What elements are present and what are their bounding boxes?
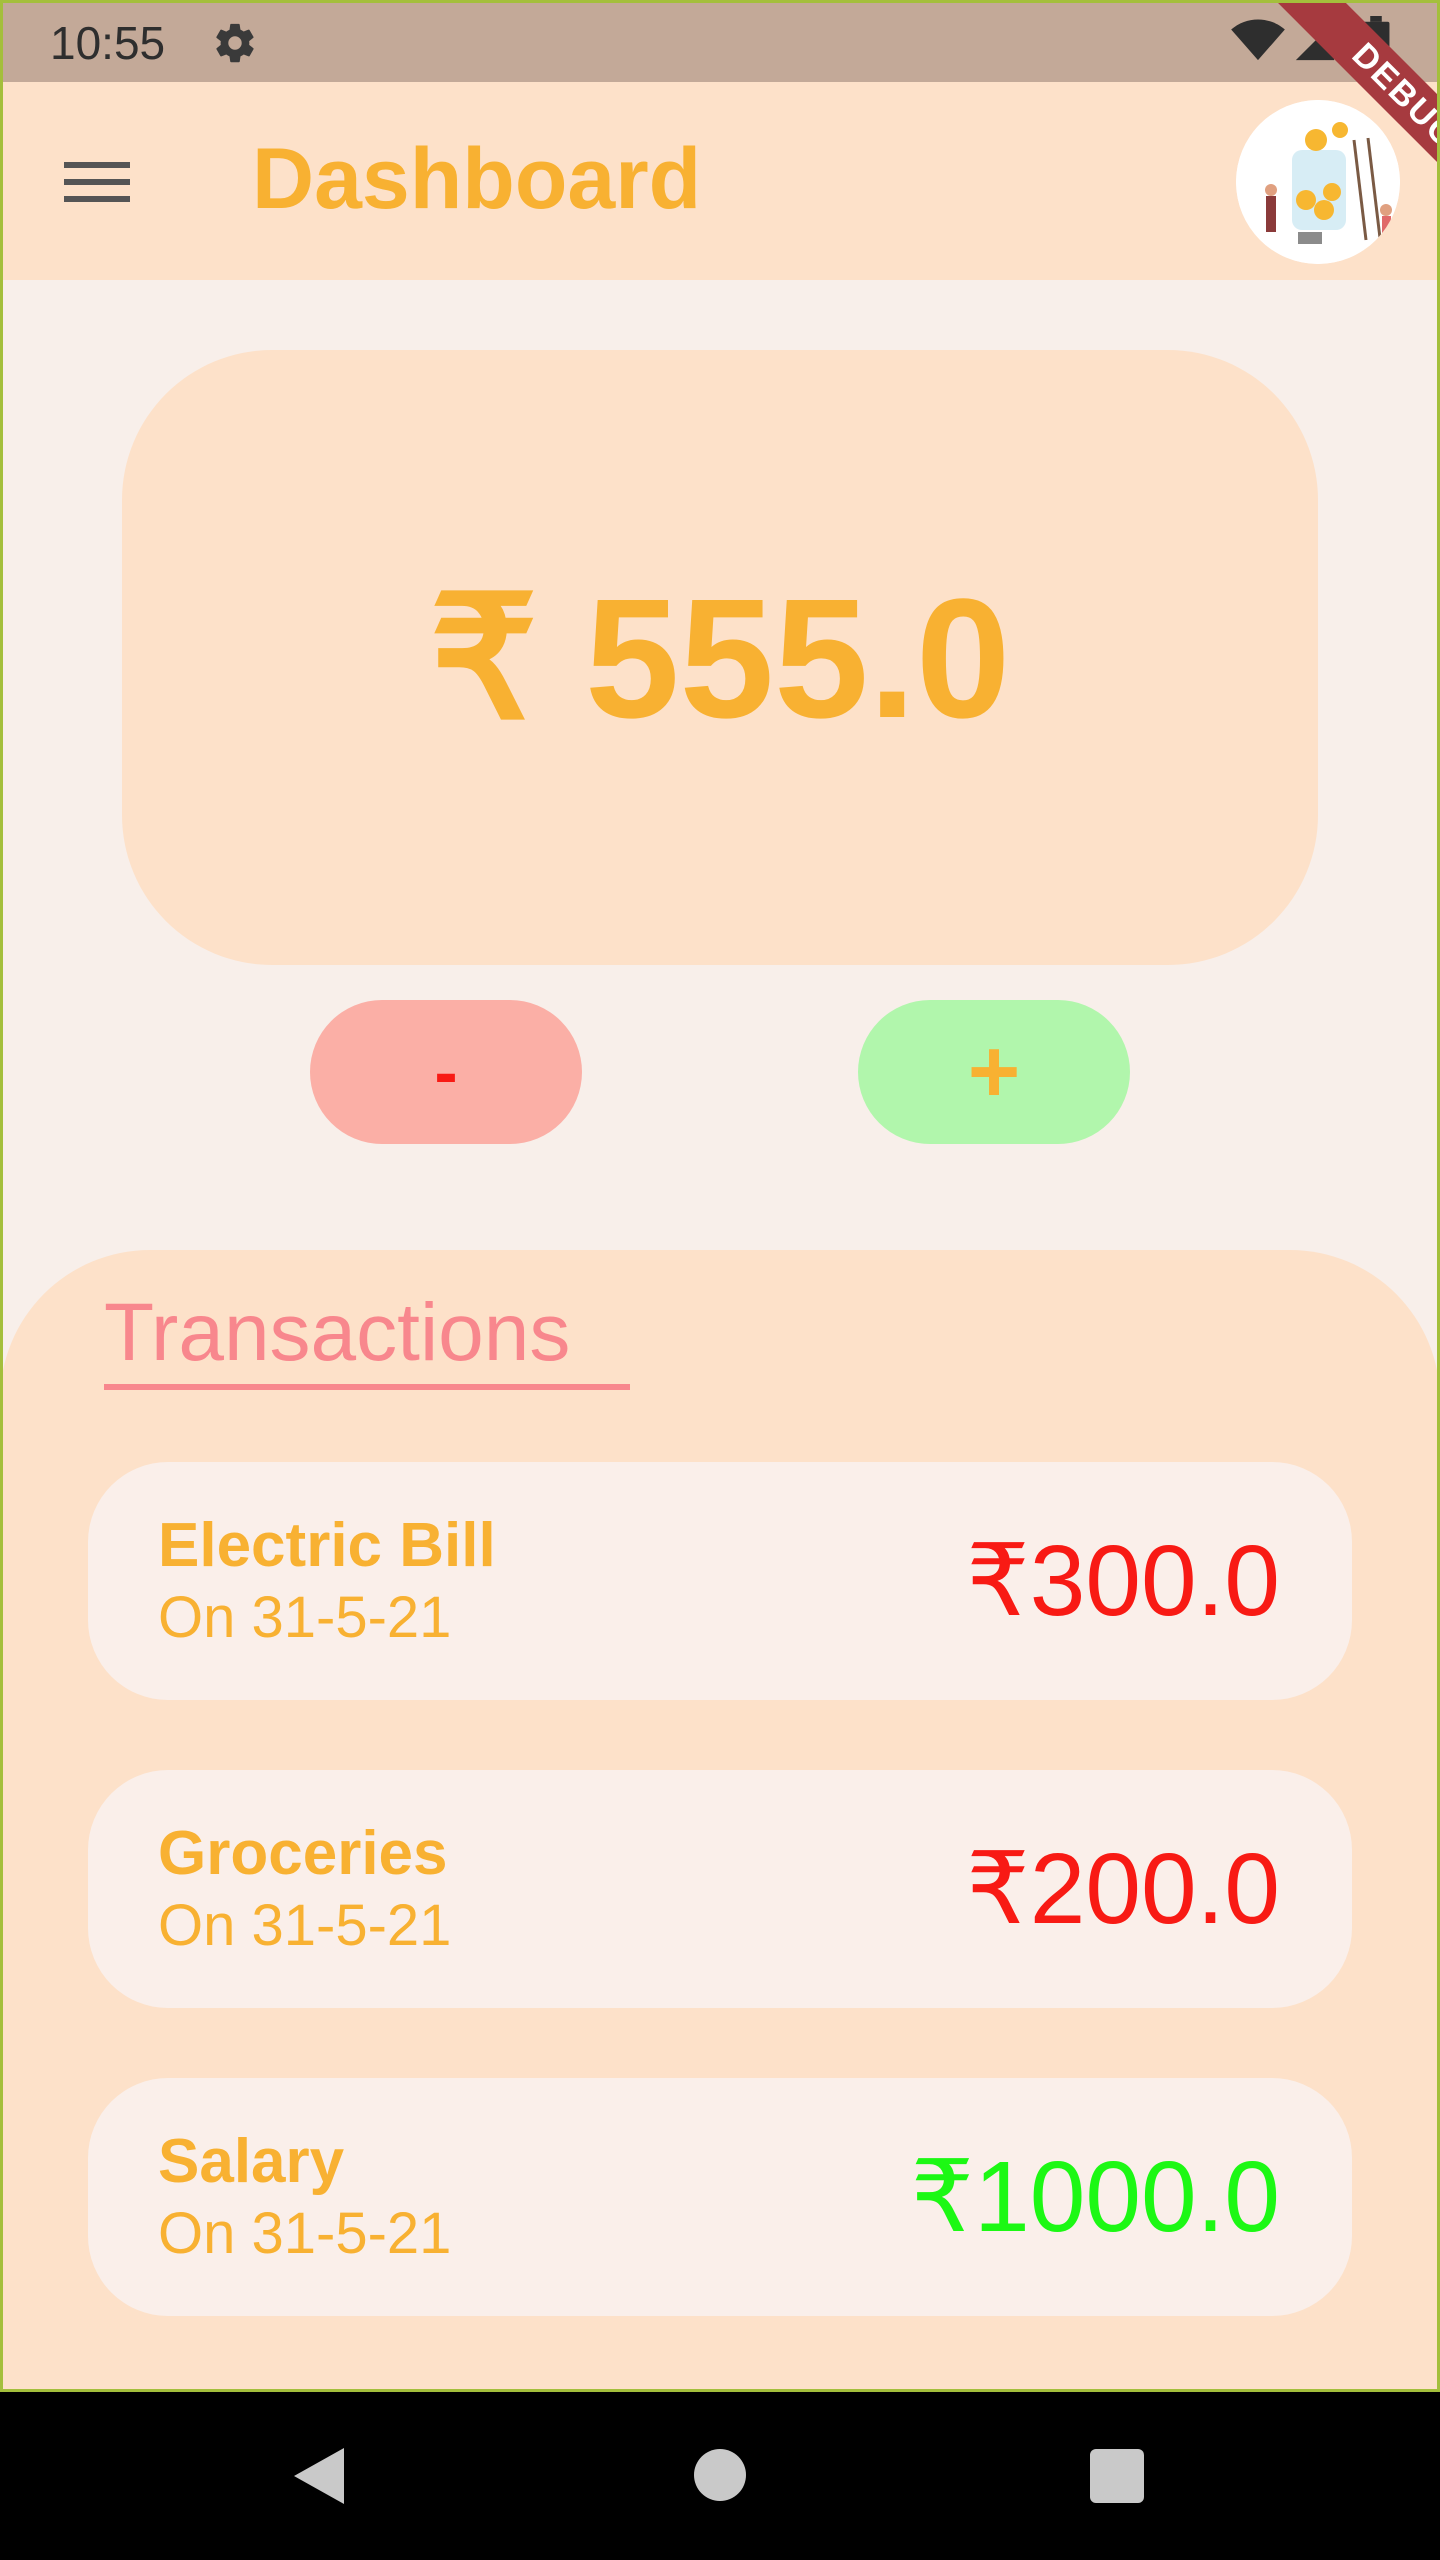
transaction-amount: ₹1000.0	[910, 2141, 1280, 2253]
subtract-button[interactable]: -	[310, 1000, 582, 1144]
home-icon[interactable]	[694, 2449, 746, 2501]
balance-card: ₹ 555.0	[122, 350, 1318, 965]
hamburger-menu-icon[interactable]	[64, 158, 130, 206]
add-button[interactable]: +	[858, 1000, 1130, 1144]
transaction-name: Groceries	[158, 1819, 448, 1888]
transactions-heading: Transactions	[104, 1287, 571, 1378]
transaction-card[interactable]: Salary On 31-5-21 ₹1000.0	[88, 2078, 1352, 2316]
transaction-date: On 31-5-21	[158, 1585, 452, 1650]
transaction-amount: ₹200.0	[966, 1833, 1280, 1945]
transaction-date: On 31-5-21	[158, 2201, 452, 2266]
page-title: Dashboard	[252, 131, 702, 227]
transaction-card[interactable]: Groceries On 31-5-21 ₹200.0	[88, 1770, 1352, 2008]
transaction-name: Electric Bill	[158, 1511, 496, 1580]
gear-icon	[216, 23, 254, 63]
app-bar	[0, 82, 1440, 280]
transaction-date: On 31-5-21	[158, 1893, 452, 1958]
savings-illustration-icon	[1236, 100, 1400, 264]
balance-amount: ₹ 555.0	[429, 564, 1011, 754]
status-bar: 10:55	[0, 0, 1440, 82]
transactions-heading-underline	[104, 1384, 630, 1390]
recents-icon[interactable]	[1090, 2449, 1144, 2503]
wifi-icon	[1231, 19, 1285, 61]
transaction-amount: ₹300.0	[966, 1525, 1280, 1637]
back-icon[interactable]	[290, 2446, 346, 2506]
status-time: 10:55	[50, 17, 166, 69]
transaction-name: Salary	[158, 2127, 345, 2196]
avatar[interactable]	[1236, 100, 1400, 264]
transaction-card[interactable]: Electric Bill On 31-5-21 ₹300.0	[88, 1462, 1352, 1700]
